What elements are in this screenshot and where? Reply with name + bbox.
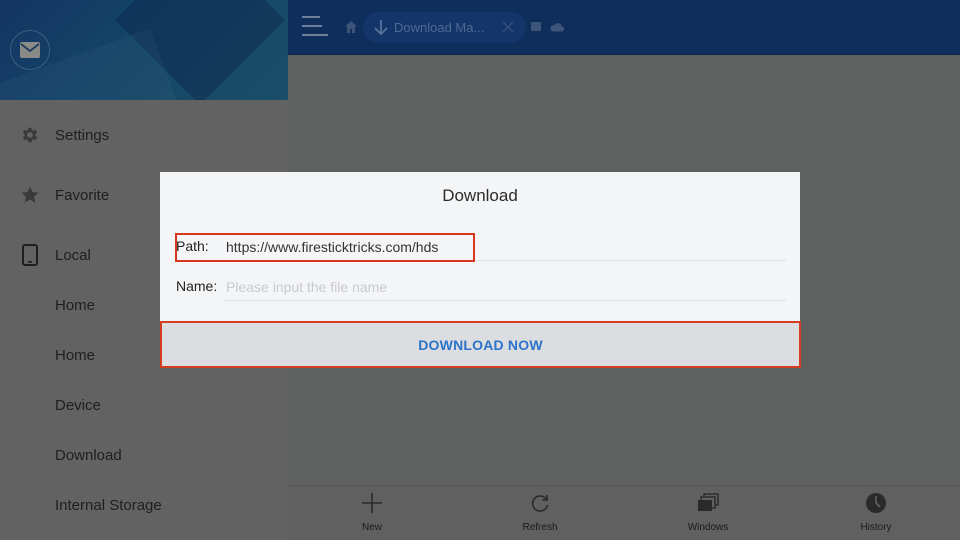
- refresh-button[interactable]: Refresh: [500, 486, 580, 540]
- close-icon[interactable]: [501, 20, 515, 34]
- history-label: History: [860, 522, 892, 533]
- mail-icon: [20, 42, 40, 58]
- name-label: Name:: [176, 278, 218, 294]
- path-input[interactable]: [224, 234, 786, 261]
- name-input[interactable]: [224, 274, 786, 301]
- bottom-bar: New Refresh Windows History: [288, 485, 960, 540]
- sidebar-item-label: Favorite: [55, 186, 110, 204]
- sidebar-item-device[interactable]: Device: [0, 385, 288, 425]
- windows-stack-icon: [697, 492, 719, 514]
- tab-download-manager[interactable]: Download Ma...: [363, 12, 526, 43]
- download-now-label: DOWNLOAD NOW: [418, 336, 543, 353]
- sidebar-item-label: Settings: [55, 126, 110, 144]
- path-label: Path:: [176, 238, 209, 254]
- sidebar-item-label: Download: [55, 446, 122, 464]
- sidebar-item-label: Home: [55, 346, 96, 364]
- sidebar-header: [0, 0, 288, 100]
- windows-button[interactable]: Windows: [668, 486, 748, 540]
- home-icon[interactable]: [344, 20, 358, 34]
- top-bar: Download Ma...: [288, 0, 960, 55]
- sidebar-item-internal-storage[interactable]: Internal Storage: [0, 485, 288, 525]
- download-arrow-icon: [374, 20, 388, 36]
- name-field: Name:: [176, 274, 786, 302]
- sidebar-item-label: Home: [55, 296, 96, 314]
- sidebar-item-download[interactable]: Download: [0, 435, 288, 475]
- sidebar-item-settings[interactable]: Settings: [0, 115, 288, 155]
- phone-icon: [19, 244, 41, 266]
- dialog-title: Download: [442, 186, 518, 205]
- download-now-button[interactable]: DOWNLOAD NOW: [160, 321, 801, 368]
- star-icon: [19, 184, 41, 206]
- avatar[interactable]: [10, 30, 50, 70]
- refresh-icon: [529, 492, 551, 514]
- windows-label: Windows: [687, 522, 729, 533]
- sidebar-item-label: Local: [55, 246, 91, 264]
- sidebar-item-label: Internal Storage: [55, 496, 162, 514]
- path-field: Path:: [176, 234, 786, 262]
- new-label: New: [361, 522, 382, 533]
- hamburger-icon[interactable]: [302, 16, 328, 38]
- plus-icon: [361, 492, 383, 514]
- sidebar-item-label: Device: [55, 396, 101, 414]
- tab-label: Download Ma...: [394, 20, 485, 35]
- new-button[interactable]: New: [332, 486, 412, 540]
- refresh-label: Refresh: [522, 522, 558, 533]
- history-button[interactable]: History: [836, 486, 916, 540]
- gear-icon: [19, 124, 41, 146]
- cloud-icon[interactable]: [550, 21, 564, 32]
- windows-icon[interactable]: [531, 22, 541, 31]
- clock-icon: [865, 492, 887, 514]
